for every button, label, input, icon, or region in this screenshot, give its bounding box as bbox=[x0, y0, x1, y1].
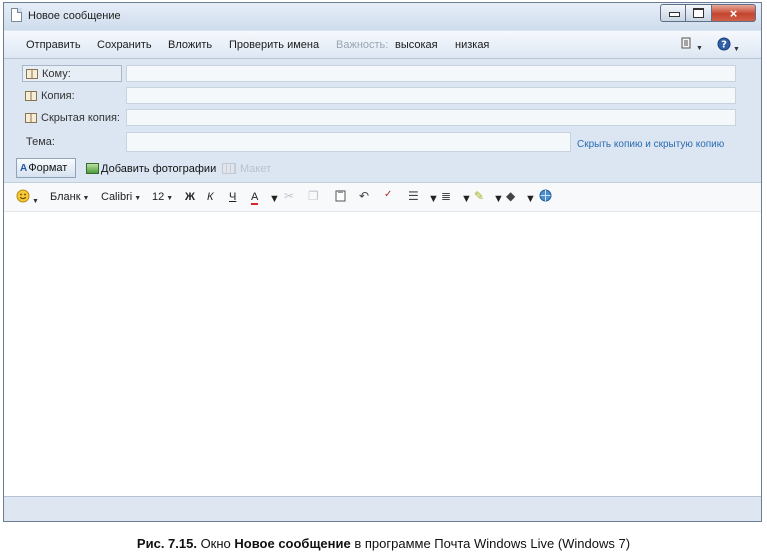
spellcheck-icon[interactable]: ✓ bbox=[384, 189, 392, 200]
chevron-down-icon: ▼ bbox=[32, 198, 39, 205]
cut-icon[interactable]: ✂ bbox=[284, 189, 294, 203]
highlight-icon[interactable]: ✎ bbox=[474, 189, 484, 203]
format-bar: A Формат Добавить фотографии Макет bbox=[4, 156, 761, 183]
chevron-down-icon[interactable]: ▼ bbox=[269, 193, 280, 205]
to-field[interactable] bbox=[126, 65, 736, 82]
bcc-label: Скрытая копия: bbox=[41, 111, 120, 124]
address-book-icon bbox=[25, 90, 37, 101]
caption-prefix: Рис. 7.15. bbox=[136, 536, 197, 551]
help-icon: ? bbox=[717, 37, 731, 51]
status-bar bbox=[4, 496, 761, 521]
caption-text-1: Окно bbox=[196, 536, 235, 551]
importance-high-button[interactable]: высокая bbox=[395, 39, 438, 51]
to-label: Кому: bbox=[42, 67, 71, 80]
message-body[interactable] bbox=[4, 212, 761, 497]
save-button[interactable]: Сохранить bbox=[97, 39, 152, 51]
new-message-window: Новое сообщение × Отправить Сохранить Вл… bbox=[3, 2, 762, 522]
to-button[interactable]: Кому: bbox=[22, 65, 122, 82]
chevron-down-icon: ▼ bbox=[134, 195, 142, 202]
window-title: Новое сообщение bbox=[28, 10, 121, 22]
stationery-dropdown[interactable]: Бланк ▼ bbox=[50, 191, 89, 203]
caption-bold: Новое сообщение bbox=[234, 536, 351, 551]
command-bar: Отправить Сохранить Вложить Проверить им… bbox=[4, 31, 761, 59]
help-button[interactable]: ? ▼ bbox=[717, 37, 740, 54]
format-label: Формат bbox=[28, 162, 68, 174]
link-icon[interactable] bbox=[539, 189, 552, 205]
menu-button[interactable]: ▼ bbox=[681, 37, 703, 53]
address-book-icon bbox=[26, 68, 38, 79]
chevron-down-icon[interactable]: ▼ bbox=[428, 193, 439, 205]
document-icon bbox=[11, 8, 22, 22]
message-headers: Кому: Копия: Скрытая копия: Тема: Скрыть… bbox=[4, 59, 761, 155]
fill-icon[interactable]: ◆ bbox=[506, 189, 515, 203]
font-name-value: Calibri bbox=[101, 191, 133, 203]
list-icon[interactable]: ☰ bbox=[408, 189, 419, 203]
chevron-down-icon: ▼ bbox=[733, 46, 740, 53]
importance-low-button[interactable]: низкая bbox=[455, 39, 489, 51]
hide-cc-bcc-link[interactable]: Скрыть копию и скрытую копию bbox=[577, 139, 724, 150]
cc-field[interactable] bbox=[126, 87, 736, 104]
figure-caption: Рис. 7.15. Окно Новое сообщение в програ… bbox=[0, 536, 767, 551]
chevron-down-icon[interactable]: ▼ bbox=[525, 193, 536, 205]
check-names-button[interactable]: Проверить имена bbox=[229, 39, 319, 51]
chevron-down-icon: ▼ bbox=[166, 195, 174, 202]
attach-button[interactable]: Вложить bbox=[168, 39, 212, 51]
copy-icon[interactable]: ❐ bbox=[308, 189, 319, 203]
chevron-down-icon: ▼ bbox=[696, 45, 703, 52]
address-book-icon bbox=[25, 112, 37, 123]
menu-icon bbox=[681, 37, 691, 49]
font-color-button[interactable]: А bbox=[251, 191, 259, 205]
emoticon-button[interactable]: ▼ bbox=[16, 189, 39, 206]
title-bar[interactable]: Новое сообщение × bbox=[4, 3, 761, 30]
underline-button[interactable]: Ч bbox=[229, 191, 236, 203]
window-controls: × bbox=[660, 4, 756, 23]
importance-label: Важность: bbox=[336, 39, 389, 51]
chevron-down-icon[interactable]: ▼ bbox=[461, 193, 472, 205]
caption-text-2: в программе Почта Windows Live (Windows … bbox=[350, 536, 631, 551]
maximize-button[interactable] bbox=[686, 4, 712, 22]
paragraph-icon[interactable]: ≣ bbox=[441, 189, 451, 203]
close-button[interactable]: × bbox=[712, 4, 756, 22]
cc-label: Копия: bbox=[41, 89, 75, 102]
formatting-toolbar: ▼ Бланк ▼ Calibri ▼ 12 ▼ Ж К Ч А ▼ ✂ ❐ ↶ ✓ … bbox=[4, 183, 761, 212]
undo-icon[interactable]: ↶ bbox=[359, 189, 369, 203]
minimize-button[interactable] bbox=[660, 4, 686, 22]
smiley-icon bbox=[16, 189, 30, 203]
format-icon: A bbox=[20, 162, 28, 174]
svg-text:?: ? bbox=[721, 40, 727, 51]
photo-icon bbox=[86, 163, 99, 174]
close-icon: × bbox=[729, 6, 738, 21]
format-button[interactable]: A Формат bbox=[16, 158, 76, 178]
stationery-label: Бланк bbox=[50, 191, 81, 203]
font-color-label: А bbox=[251, 191, 259, 203]
italic-button[interactable]: К bbox=[207, 191, 213, 203]
send-button[interactable]: Отправить bbox=[26, 39, 81, 51]
chevron-down-icon: ▼ bbox=[82, 195, 90, 202]
subject-field[interactable] bbox=[126, 132, 571, 152]
paste-icon[interactable] bbox=[335, 189, 346, 205]
bcc-field[interactable] bbox=[126, 109, 736, 126]
font-name-dropdown[interactable]: Calibri ▼ bbox=[101, 191, 141, 203]
cc-button[interactable]: Копия: bbox=[22, 87, 122, 104]
subject-label: Тема: bbox=[26, 136, 55, 148]
bcc-button[interactable]: Скрытая копия: bbox=[22, 109, 122, 126]
font-size-value: 12 bbox=[152, 191, 165, 203]
add-photos-button[interactable]: Добавить фотографии bbox=[101, 163, 216, 175]
bold-button[interactable]: Ж bbox=[185, 191, 195, 203]
font-size-dropdown[interactable]: 12 ▼ bbox=[152, 191, 173, 203]
layout-button[interactable]: Макет bbox=[240, 163, 271, 175]
chevron-down-icon[interactable]: ▼ bbox=[493, 193, 504, 205]
layout-icon bbox=[222, 163, 236, 174]
